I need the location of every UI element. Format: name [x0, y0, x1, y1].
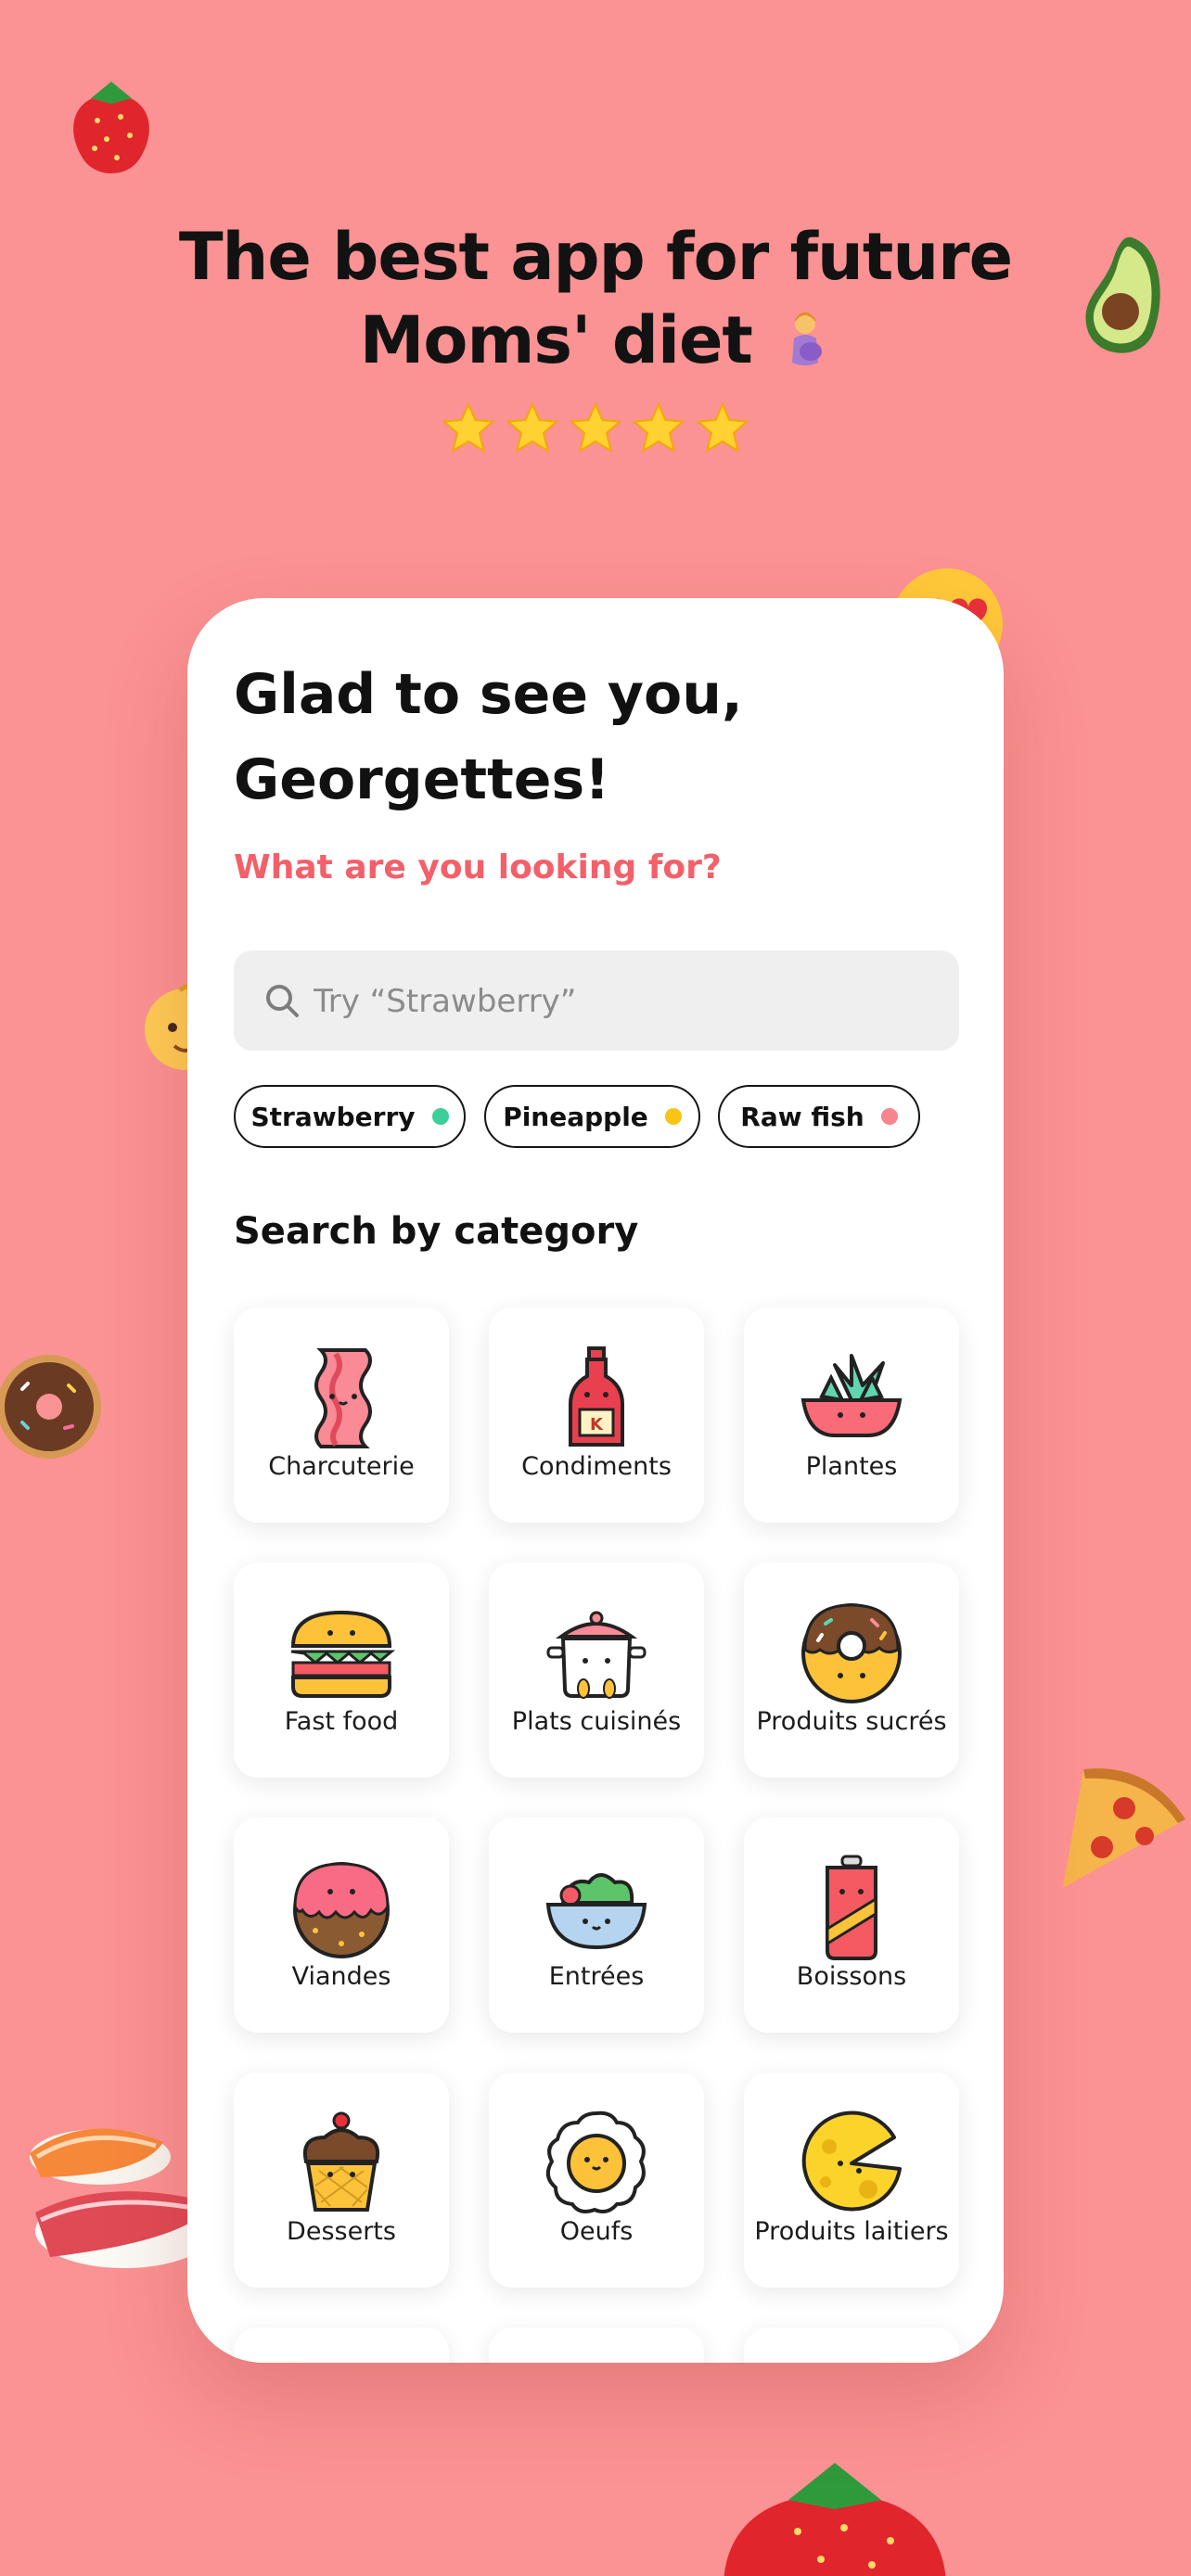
category-plats-cuisines[interactable]: Plats cuisinés	[489, 1562, 704, 1778]
category-boissons[interactable]: Boissons	[744, 1817, 959, 2033]
cheese-icon	[801, 2111, 902, 2212]
donut-icon	[801, 1603, 902, 1703]
search-prompt: What are you looking for?	[234, 848, 722, 886]
greeting-line-1: Glad to see you,	[234, 662, 743, 727]
status-dot	[431, 1108, 449, 1125]
search-icon	[266, 985, 299, 1017]
category-desserts[interactable]: Desserts	[234, 2072, 449, 2288]
strawberry-icon	[73, 82, 149, 173]
ketchup-icon: K	[569, 1346, 624, 1447]
category-label: Oeufs	[559, 2217, 634, 2246]
category-card[interactable]	[489, 2327, 704, 2363]
category-label: Entrées	[548, 1962, 645, 1991]
svg-text:K: K	[590, 1415, 604, 1435]
greeting-line-2: Georgettes!	[234, 747, 610, 812]
star-icon	[633, 402, 685, 453]
category-label: Boissons	[796, 1962, 907, 1991]
promo-headline: The best app for future Moms' diet	[0, 215, 1191, 382]
category-produits-sucres[interactable]: Produits sucrés	[744, 1562, 959, 1778]
app-screen: Glad to see you, Georgettes! What are yo…	[187, 598, 1004, 2363]
chip-label: Strawberry	[250, 1101, 416, 1132]
category-produits-laitiers[interactable]: Produits laitiers	[744, 2072, 959, 2288]
category-label: Charcuterie	[268, 1452, 415, 1481]
chip-label: Raw fish	[740, 1101, 864, 1132]
search-bar[interactable]	[234, 950, 959, 1052]
soda-can-icon	[826, 1855, 877, 1960]
category-viandes[interactable]: Viandes	[234, 1817, 449, 2033]
pregnant-woman-icon	[792, 312, 823, 365]
status-dot	[880, 1108, 898, 1125]
category-label: Viandes	[291, 1962, 391, 1991]
star-icon	[569, 402, 622, 453]
headline-line-2: Moms' diet	[359, 302, 753, 378]
star-icon	[442, 402, 495, 453]
donut-icon	[0, 1355, 101, 1459]
chip-strawberry[interactable]: Strawberry	[234, 1085, 466, 1148]
status-dot	[664, 1108, 682, 1125]
cooking-pot-icon	[546, 1611, 647, 1699]
category-label: Plats cuisinés	[511, 1707, 682, 1736]
category-label: Desserts	[287, 2217, 396, 2246]
category-entrees[interactable]: Entrées	[489, 1817, 704, 2033]
category-label: Fast food	[284, 1707, 399, 1736]
category-plantes[interactable]: Plantes	[744, 1307, 959, 1523]
burger-icon	[290, 1610, 395, 1698]
search-input[interactable]	[312, 950, 946, 1052]
category-card[interactable]	[744, 2327, 959, 2363]
chip-raw-fish[interactable]: Raw fish	[718, 1085, 920, 1148]
category-label: Produits sucrés	[756, 1707, 947, 1736]
chip-label: Pineapple	[503, 1101, 648, 1132]
fried-egg-icon	[545, 2111, 646, 2213]
avocado-icon	[1085, 236, 1160, 353]
pizza-slice-icon	[1063, 1768, 1185, 1888]
rating-stars	[0, 401, 1191, 461]
bacon-icon	[314, 1348, 372, 1448]
category-charcuterie[interactable]: Charcuterie	[234, 1307, 449, 1523]
star-icon	[696, 402, 749, 453]
category-condiments[interactable]: K Condiments	[489, 1307, 704, 1523]
category-label: Plantes	[805, 1452, 898, 1481]
chip-pineapple[interactable]: Pineapple	[484, 1085, 700, 1148]
salad-bowl-icon	[545, 1873, 647, 1950]
plant-icon	[800, 1354, 903, 1437]
star-icon	[506, 402, 558, 453]
greeting-heading: Glad to see you, Georgettes!	[234, 652, 939, 823]
strawberry-icon	[724, 2463, 946, 2576]
category-label: Condiments	[521, 1452, 672, 1481]
cupcake-icon	[303, 2111, 379, 2212]
section-title: Search by category	[234, 1210, 639, 1253]
meatball-icon	[293, 1862, 390, 1958]
category-fast-food[interactable]: Fast food	[234, 1562, 449, 1778]
category-card[interactable]	[234, 2327, 449, 2363]
category-oeufs[interactable]: Oeufs	[489, 2072, 704, 2288]
category-label: Produits laitiers	[754, 2217, 949, 2246]
headline-line-1: The best app for future	[178, 219, 1013, 295]
